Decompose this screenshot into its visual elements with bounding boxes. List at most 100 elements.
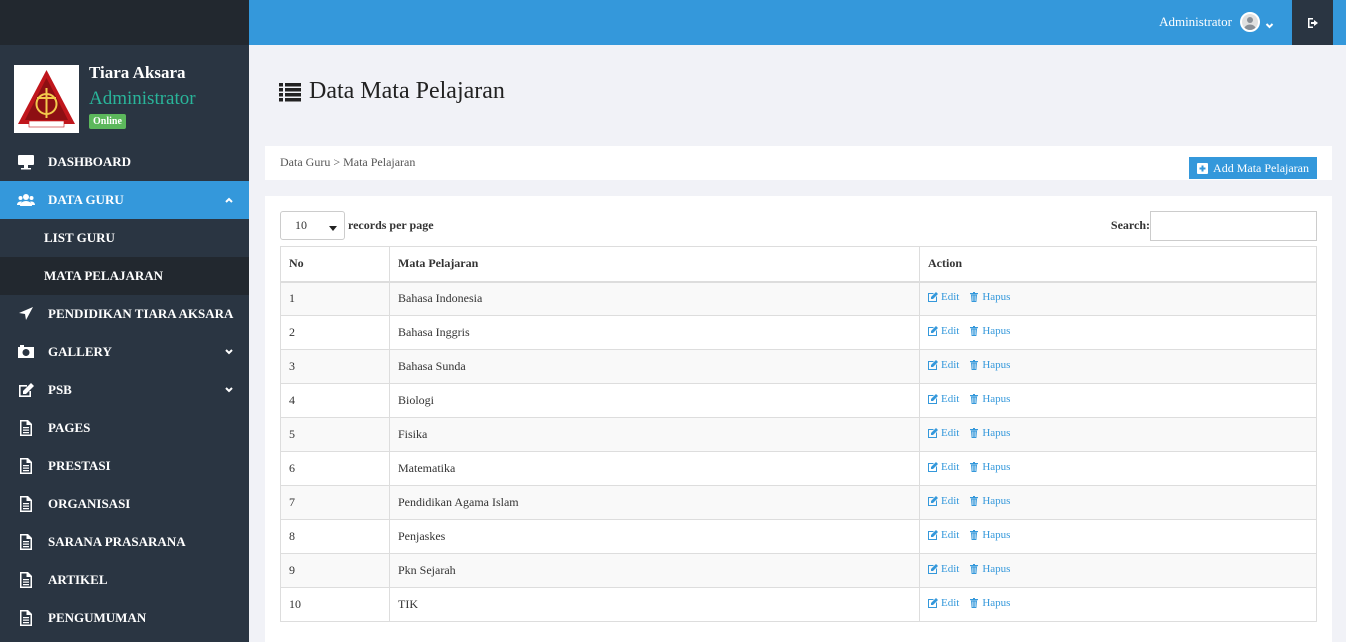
edit-icon: [928, 530, 938, 540]
file-icon: [16, 458, 36, 474]
cell-action: Edit Hapus: [919, 451, 1317, 486]
cell-no: 8: [280, 519, 390, 554]
delete-link[interactable]: Hapus: [969, 393, 1010, 405]
cell-no: 10: [280, 587, 390, 622]
edit-label: Edit: [941, 393, 960, 405]
edit-link[interactable]: Edit: [928, 291, 959, 303]
sidebar-item-data-guru[interactable]: DATA GURU: [0, 181, 249, 219]
cell-action: Edit Hapus: [919, 519, 1317, 554]
delete-link[interactable]: Hapus: [969, 359, 1010, 371]
edit-icon: [928, 360, 938, 370]
column-header-mata-pelajaran[interactable]: Mata Pelajaran: [389, 246, 920, 283]
edit-link[interactable]: Edit: [928, 461, 959, 473]
column-header-action: Action: [919, 246, 1317, 283]
caret-down-icon: [329, 221, 337, 231]
sidebar-item-gallery[interactable]: GALLERY: [0, 333, 249, 371]
delete-link[interactable]: Hapus: [969, 427, 1010, 439]
cell-mata-pelajaran: Bahasa Indonesia: [389, 281, 920, 316]
sidebar-item-prestasi[interactable]: PRESTASI: [0, 447, 249, 485]
user-name: Administrator: [1159, 14, 1232, 29]
table-row: 3 Bahasa Sunda Edit Hapus: [280, 349, 1317, 384]
edit-icon: [928, 496, 938, 506]
page-length-select[interactable]: 10: [280, 211, 345, 240]
plus-square-icon: [1197, 162, 1209, 174]
cell-no: 3: [280, 349, 390, 384]
file-icon: [16, 534, 36, 550]
monitor-icon: [16, 154, 36, 170]
cell-no: 9: [280, 553, 390, 588]
user-menu[interactable]: Administrator: [1159, 12, 1274, 32]
sign-out-icon: [1307, 17, 1318, 28]
table-row: 9 Pkn Sejarah Edit Hapus: [280, 553, 1317, 588]
delete-label: Hapus: [982, 597, 1011, 609]
edit-link[interactable]: Edit: [928, 597, 959, 609]
search-label: Search:: [1110, 218, 1150, 232]
sidebar-subitem-list-guru[interactable]: LIST GURU: [0, 219, 249, 257]
edit-label: Edit: [941, 529, 960, 541]
online-status-badge: Online: [89, 114, 126, 129]
edit-link[interactable]: Edit: [928, 529, 959, 541]
delete-link[interactable]: Hapus: [969, 495, 1010, 507]
column-header-no[interactable]: No: [280, 246, 390, 283]
edit-icon: [928, 462, 938, 472]
mata-pelajaran-table: No Mata Pelajaran Action 1 Bahasa Indones…: [280, 246, 1317, 622]
cell-mata-pelajaran: Bahasa Sunda: [389, 349, 920, 384]
trash-icon: [970, 360, 979, 370]
edit-link[interactable]: Edit: [928, 393, 959, 405]
edit-icon: [928, 598, 938, 608]
edit-icon: [928, 564, 938, 574]
delete-link[interactable]: Hapus: [969, 461, 1010, 473]
sidebar-item-artikel[interactable]: ARTIKEL: [0, 561, 249, 599]
sidebar-item-pendidikan[interactable]: PENDIDIKAN TIARA AKSARA: [0, 295, 249, 333]
sidebar-item-sarana-prasarana[interactable]: SARANA PRASARANA: [0, 523, 249, 561]
delete-link[interactable]: Hapus: [969, 529, 1010, 541]
table-row: 2 Bahasa Inggris Edit Hapus: [280, 315, 1317, 350]
delete-link[interactable]: Hapus: [969, 291, 1010, 303]
breadcrumb-panel: Data Guru > Mata Pelajaran Add Mata Pela…: [265, 146, 1332, 180]
sidebar-item-dashboard[interactable]: DASHBOARD: [0, 143, 249, 181]
edit-link[interactable]: Edit: [928, 359, 959, 371]
delete-link[interactable]: Hapus: [969, 325, 1010, 337]
list-icon: [279, 82, 301, 101]
cell-mata-pelajaran: TIK: [389, 587, 920, 622]
delete-label: Hapus: [982, 495, 1011, 507]
table-header-row: No Mata Pelajaran Action: [280, 246, 1317, 283]
add-button-label: Add Mata Pelajaran: [1213, 160, 1309, 175]
sidebar-header: [0, 0, 249, 45]
edit-link[interactable]: Edit: [928, 427, 959, 439]
logout-button[interactable]: [1292, 0, 1333, 45]
trash-icon: [970, 462, 979, 472]
edit-label: Edit: [941, 291, 960, 304]
cell-action: Edit Hapus: [919, 553, 1317, 588]
edit-link[interactable]: Edit: [928, 495, 959, 507]
edit-icon: [928, 326, 938, 336]
file-icon: [16, 572, 36, 588]
file-icon: [16, 610, 36, 626]
edit-link[interactable]: Edit: [928, 563, 959, 575]
add-mata-pelajaran-button[interactable]: Add Mata Pelajaran: [1189, 157, 1317, 179]
page-length-label: records per page: [348, 218, 434, 232]
sidebar-item-pengumuman[interactable]: PENGUMUMAN: [0, 599, 249, 637]
sidebar-item-label: PENGUMUMAN: [48, 610, 147, 625]
sidebar-item-organisasi[interactable]: ORGANISASI: [0, 485, 249, 523]
profile-role: Administrator: [89, 88, 196, 109]
cell-action: Edit Hapus: [919, 485, 1317, 520]
delete-link[interactable]: Hapus: [969, 597, 1010, 609]
search-input[interactable]: [1150, 211, 1317, 241]
cell-action: Edit Hapus: [919, 315, 1317, 350]
delete-label: Hapus: [982, 359, 1011, 371]
sidebar-item-label: PENDIDIKAN TIARA AKSARA: [48, 306, 234, 321]
edit-label: Edit: [941, 359, 960, 371]
location-arrow-icon: [16, 306, 36, 322]
edit-link[interactable]: Edit: [928, 325, 959, 337]
avatar: [1240, 12, 1260, 32]
table-row: 10 TIK Edit Hapus: [280, 587, 1317, 622]
chevron-down-icon: [1265, 18, 1274, 28]
sidebar-subitem-mata-pelajaran[interactable]: MATA PELAJARAN: [0, 257, 249, 295]
sidebar-item-psb[interactable]: PSB: [0, 371, 249, 409]
delete-link[interactable]: Hapus: [969, 563, 1010, 575]
trash-icon: [970, 292, 979, 303]
camera-icon: [16, 344, 36, 360]
sidebar-item-pages[interactable]: PAGES: [0, 409, 249, 447]
edit-label: Edit: [941, 325, 960, 337]
